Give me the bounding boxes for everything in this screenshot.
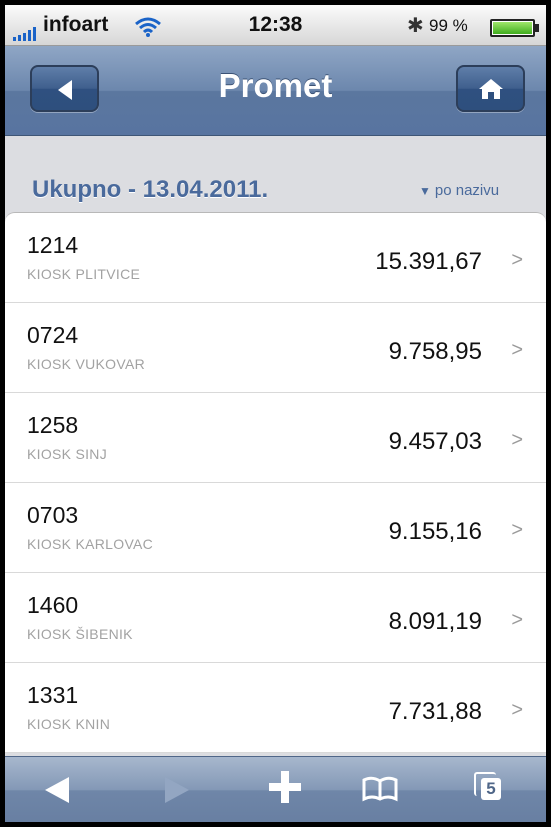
store-name: KIOSK SINJ <box>27 446 108 462</box>
list-item[interactable]: 1214 KIOSK PLITVICE 15.391,67 > <box>5 213 546 303</box>
add-icon[interactable] <box>267 769 303 805</box>
browser-toolbar: 5 <box>5 756 546 822</box>
store-list: 1214 KIOSK PLITVICE 15.391,67 > 0724 KIO… <box>5 212 546 753</box>
store-code: 0724 <box>27 322 79 348</box>
pages-icon[interactable]: 5 <box>472 772 506 806</box>
content-area: Ukupno - 13.04.2011. ▼ po nazivu 1214 KIO… <box>5 136 546 756</box>
back-icon[interactable] <box>45 777 69 803</box>
store-name: KIOSK ŠIBENIK <box>27 626 133 642</box>
phone-screen: infoart 12:38 ✱ 99 % Promet Ukupno - 13.… <box>5 5 546 822</box>
chevron-right-icon: > <box>511 339 523 361</box>
bluetooth-icon: ✱ <box>407 15 424 37</box>
sort-label: po nazivu <box>434 182 500 199</box>
status-bar: infoart 12:38 ✱ 99 % <box>5 5 546 46</box>
store-code: 1331 <box>27 682 79 708</box>
store-amount: 9.758,95 <box>388 338 482 365</box>
list-item[interactable]: 1460 KIOSK ŠIBENIK 8.091,19 > <box>5 573 546 663</box>
store-amount: 9.155,16 <box>388 518 482 545</box>
battery-percentage: 99 % <box>429 16 468 35</box>
navigation-bar: Promet <box>5 46 546 136</box>
section-title: Ukupno - 13.04.2011. <box>32 176 269 203</box>
sort-by-name-toggle[interactable]: ▼ po nazivu <box>419 182 499 199</box>
store-code: 1460 <box>27 592 79 618</box>
battery-icon <box>490 19 539 37</box>
pages-count: 5 <box>481 778 501 800</box>
store-code: 1258 <box>27 412 79 438</box>
forward-icon[interactable] <box>165 777 189 803</box>
chevron-right-icon: > <box>511 519 523 541</box>
store-amount: 9.457,03 <box>388 428 482 455</box>
store-name: KIOSK KNIN <box>27 716 111 732</box>
list-item[interactable]: 0724 KIOSK VUKOVAR 9.758,95 > <box>5 303 546 393</box>
store-amount: 8.091,19 <box>388 608 482 635</box>
chevron-right-icon: > <box>511 609 523 631</box>
chevron-right-icon: > <box>511 699 523 721</box>
store-code: 0703 <box>27 502 79 528</box>
store-amount: 15.391,67 <box>375 248 482 275</box>
chevron-right-icon: > <box>511 249 523 271</box>
chevron-right-icon: > <box>511 429 523 451</box>
list-item[interactable]: 1258 KIOSK SINJ 9.457,03 > <box>5 393 546 483</box>
list-item[interactable]: 0703 KIOSK KARLOVAC 9.155,16 > <box>5 483 546 573</box>
bookmarks-icon[interactable] <box>361 774 399 802</box>
store-amount: 7.731,88 <box>388 698 482 725</box>
home-icon <box>479 79 503 99</box>
list-item[interactable]: 1331 KIOSK KNIN 7.731,88 > <box>5 663 546 753</box>
home-button[interactable] <box>456 65 525 112</box>
store-name: KIOSK VUKOVAR <box>27 356 146 372</box>
sort-arrow-icon: ▼ <box>419 184 431 198</box>
store-name: KIOSK PLITVICE <box>27 266 141 282</box>
store-code: 1214 <box>27 232 79 258</box>
store-name: KIOSK KARLOVAC <box>27 536 154 552</box>
